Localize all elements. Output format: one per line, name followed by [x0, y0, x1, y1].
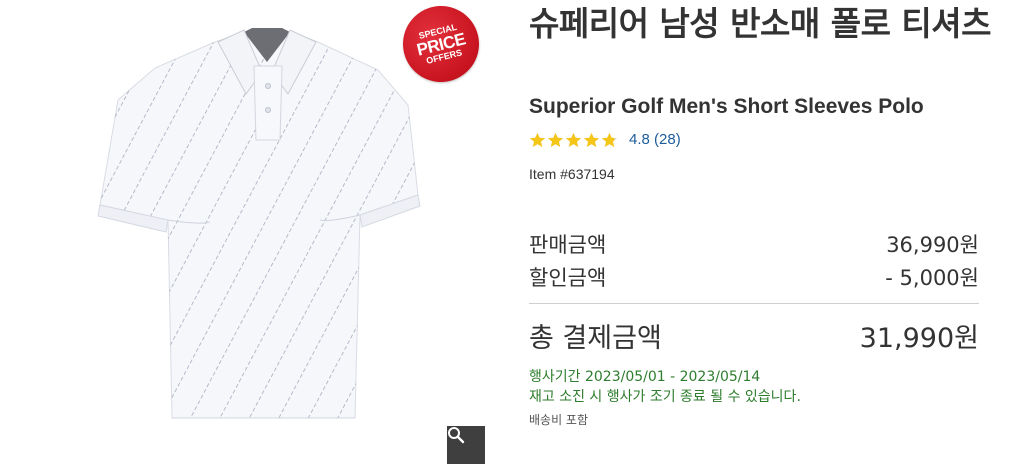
discount-row: 할인금액 - 5,000원 [529, 262, 979, 292]
product-rating[interactable]: 4.8 (28) [529, 131, 681, 148]
rating-stars [529, 132, 619, 148]
item-number: Item #637194 [529, 166, 615, 182]
total-price-row: 총 결제금액 31,990원 [529, 316, 979, 355]
price-divider [529, 303, 979, 304]
sale-price-value: 36,990원 [886, 233, 979, 257]
star-icon [583, 132, 600, 147]
promotion-info: 행사기간 2023/05/01 - 2023/05/14 재고 소진 시 행사가… [529, 367, 801, 407]
star-icon [601, 132, 618, 147]
star-icon [529, 132, 546, 147]
zoom-button[interactable] [447, 426, 485, 464]
product-title-korean: 슈페리어 남성 반소매 폴로 티셔츠 [529, 4, 992, 43]
shipping-note: 배송비 포함 [529, 413, 589, 427]
total-price-label: 총 결제금액 [529, 323, 662, 354]
star-icon [547, 132, 564, 147]
rating-link[interactable]: 4.8 (28) [629, 131, 681, 148]
product-image[interactable]: SPECIAL PRICE OFFERS [0, 0, 488, 464]
discount-value: - 5,000원 [885, 266, 979, 290]
product-title-english: Superior Golf Men's Short Sleeves Polo [529, 95, 924, 118]
magnifier-icon [448, 427, 465, 444]
promotion-note: 재고 소진 시 행사가 조기 종료 될 수 있습니다. [529, 389, 801, 405]
promotion-period: 행사기간 2023/05/01 - 2023/05/14 [529, 369, 761, 385]
total-price-value: 31,990원 [859, 323, 979, 354]
star-icon [565, 132, 582, 147]
sale-price-label: 판매금액 [529, 233, 607, 257]
sale-price-row: 판매금액 36,990원 [529, 229, 979, 259]
discount-label: 할인금액 [529, 266, 607, 290]
